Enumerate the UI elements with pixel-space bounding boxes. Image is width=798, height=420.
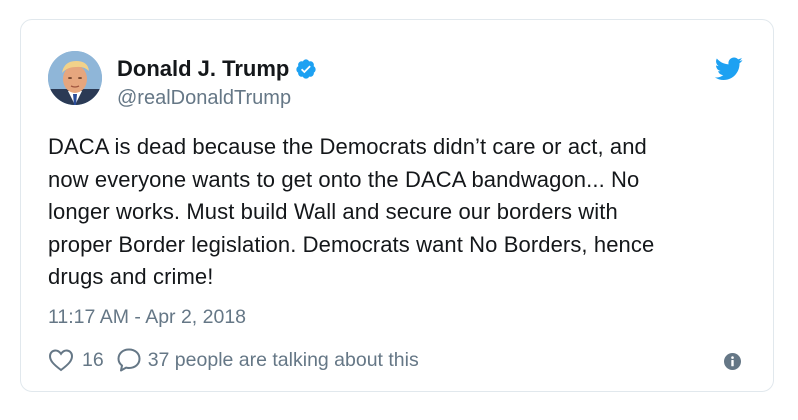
author-name-row[interactable]: Donald J. Trump bbox=[117, 56, 317, 82]
tweet-actions: 16 37 people are talking about this bbox=[48, 347, 419, 373]
avatar-image bbox=[48, 51, 102, 105]
speech-bubble-icon[interactable] bbox=[116, 347, 142, 373]
verified-badge-icon bbox=[295, 58, 317, 80]
tweet-text: DACA is dead because the Democrats didn’… bbox=[48, 134, 655, 289]
heart-icon[interactable] bbox=[48, 348, 74, 372]
avatar[interactable] bbox=[48, 51, 102, 105]
tweet-timestamp[interactable]: 11:17 AM - Apr 2, 2018 bbox=[48, 305, 246, 329]
like-count[interactable]: 16 bbox=[82, 348, 104, 372]
info-icon[interactable] bbox=[724, 353, 741, 370]
author-handle[interactable]: @realDonaldTrump bbox=[117, 86, 291, 110]
twitter-bird-icon[interactable] bbox=[714, 57, 743, 81]
talking-about-link[interactable]: 37 people are talking about this bbox=[148, 348, 419, 372]
display-name[interactable]: Donald J. Trump bbox=[117, 56, 289, 82]
tweet-card[interactable]: Donald J. Trump @realDonaldTrump DACA is… bbox=[20, 19, 774, 392]
